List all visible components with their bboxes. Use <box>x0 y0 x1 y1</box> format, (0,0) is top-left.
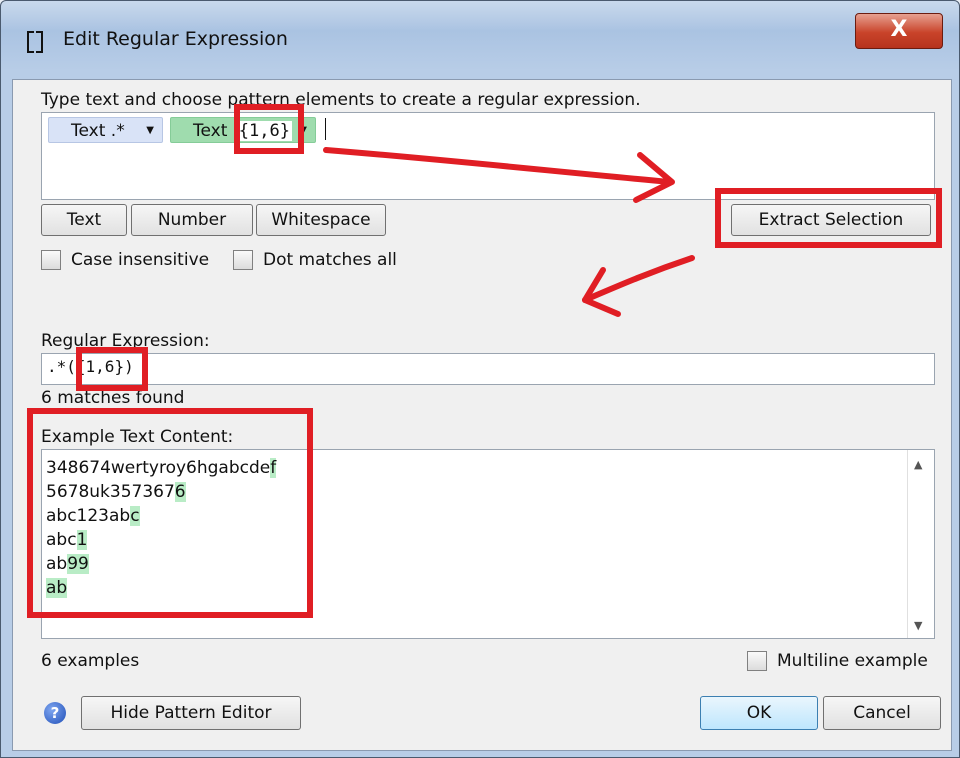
annotation-arrow <box>323 147 673 185</box>
annotation-arrows <box>323 147 695 317</box>
